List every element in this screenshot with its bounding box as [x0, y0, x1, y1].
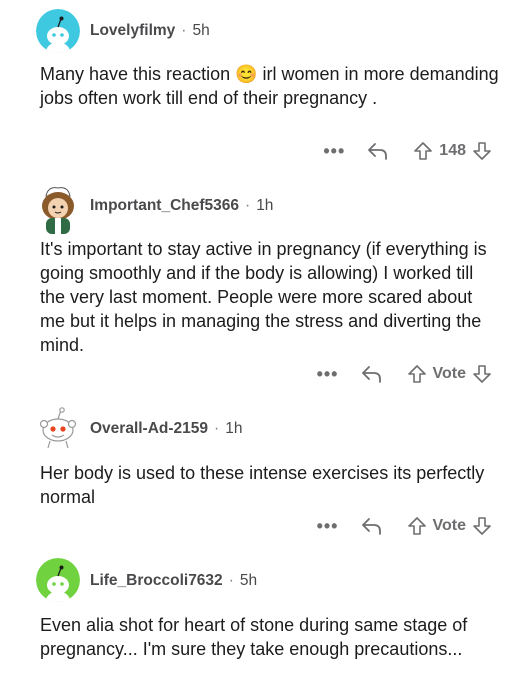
separator: · [228, 572, 234, 589]
comment-text: Her body is used to these intense exerci… [40, 463, 485, 507]
comment-text: Even alia shot for heart of stone during… [40, 615, 468, 659]
avatar[interactable] [36, 558, 80, 602]
separator: · [245, 197, 251, 214]
avatar[interactable] [36, 184, 80, 234]
downvote-icon[interactable] [472, 516, 492, 536]
chef-avatar-icon [42, 187, 74, 234]
upvote-icon[interactable] [407, 516, 427, 536]
timestamp: 5h [239, 572, 258, 589]
comment-text: Many have this reaction 😊 irl women in m… [40, 62, 500, 110]
more-icon[interactable]: ••• [317, 516, 339, 537]
smile-emoji-icon: 😊 [235, 64, 258, 84]
reply-icon[interactable] [361, 364, 383, 384]
comment-actions: ••• 148 [323, 138, 492, 164]
downvote-icon[interactable] [472, 364, 492, 384]
more-icon[interactable]: ••• [317, 364, 339, 385]
snoo-avatar-icon [39, 407, 77, 449]
comment-meta: Life_Broccoli7632 · 5h [90, 572, 257, 590]
vote-label: Vote [432, 365, 466, 382]
upvote-icon[interactable] [413, 141, 433, 161]
upvote-icon[interactable] [407, 364, 427, 384]
downvote-icon[interactable] [472, 141, 492, 161]
more-icon[interactable]: ••• [323, 141, 345, 162]
timestamp: 1h [225, 420, 243, 437]
avatar[interactable] [36, 9, 80, 53]
avatar[interactable] [36, 406, 80, 450]
timestamp: 5h [192, 22, 210, 39]
username[interactable]: Lovelyfilmy [90, 22, 175, 39]
vote-label: Vote [432, 517, 466, 534]
timestamp: 1h [256, 197, 274, 214]
comment-text-part: Many have this reaction [40, 64, 236, 84]
separator: · [181, 22, 187, 39]
username[interactable]: Overall-Ad-2159 [90, 420, 208, 437]
comment-meta: Overall-Ad-2159 · 1h [90, 420, 242, 438]
username[interactable]: Important_Chef5366 [90, 197, 239, 214]
comment-meta: Lovelyfilmy · 5h [90, 22, 210, 40]
username[interactable]: Life_Broccoli7632 [90, 572, 223, 589]
snoo-avatar-icon [36, 9, 80, 53]
snoo-avatar-icon [36, 558, 80, 602]
separator: · [214, 420, 220, 437]
comment-actions: ••• Vote [317, 513, 492, 539]
reply-icon[interactable] [367, 141, 389, 161]
reply-icon[interactable] [361, 516, 383, 536]
comment-text: It's important to stay active in pregnan… [40, 239, 487, 355]
comment-meta: Important_Chef5366 · 1h [90, 197, 273, 215]
comment-actions: ••• Vote [317, 361, 492, 387]
vote-count: 148 [439, 142, 466, 159]
